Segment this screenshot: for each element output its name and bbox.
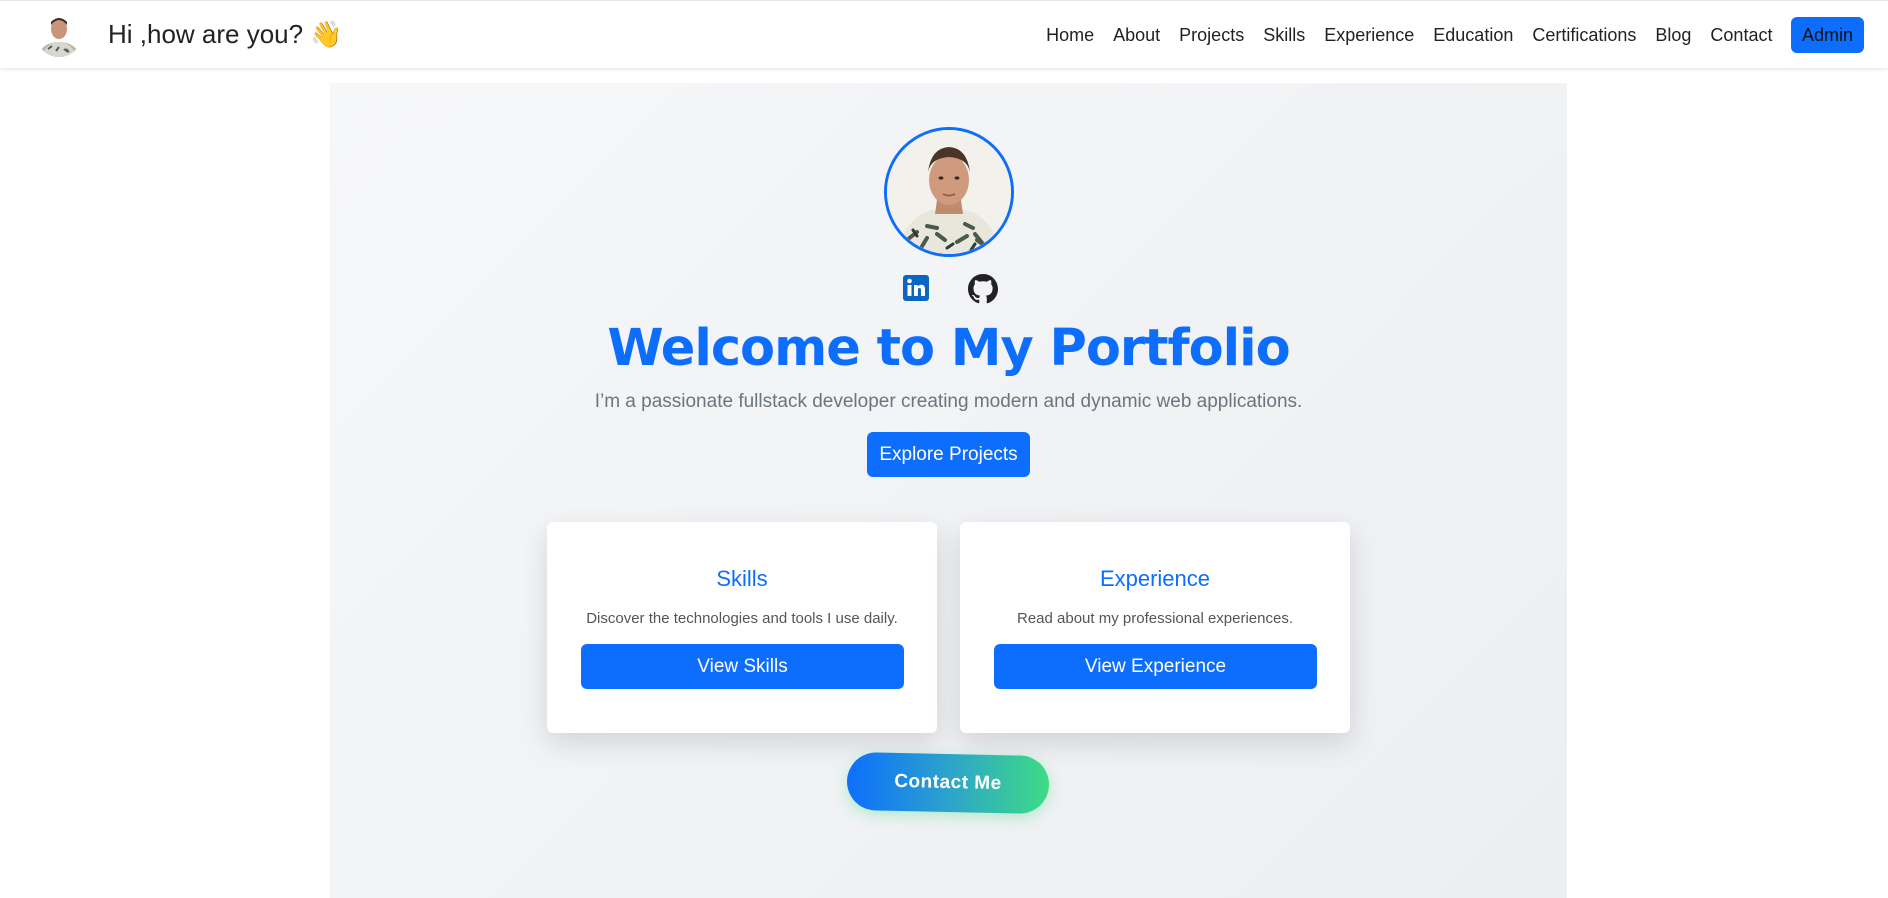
skills-card-text: Discover the technologies and tools I us… bbox=[586, 610, 898, 627]
nav-education[interactable]: Education bbox=[1424, 17, 1523, 53]
brand-greeting[interactable]: Hi ,how are you? 👋 bbox=[108, 19, 343, 50]
skills-card-title: Skills bbox=[716, 566, 768, 591]
nav-certifications[interactable]: Certifications bbox=[1523, 17, 1646, 53]
nav-about[interactable]: About bbox=[1104, 17, 1170, 53]
nav-experience[interactable]: Experience bbox=[1315, 17, 1424, 53]
experience-card-text: Read about my professional experiences. bbox=[1017, 610, 1293, 627]
experience-card: Experience Read about my professional ex… bbox=[960, 522, 1350, 733]
contact-me-button[interactable]: Contact Me bbox=[846, 751, 1050, 815]
experience-card-title: Experience bbox=[1099, 566, 1211, 591]
navbar: Hi ,how are you? 👋 Home About Projects S… bbox=[0, 0, 1888, 68]
nav-links: Home About Projects Skills Experience Ed… bbox=[1037, 17, 1864, 53]
github-icon[interactable] bbox=[968, 274, 998, 304]
nav-home[interactable]: Home bbox=[1037, 17, 1104, 53]
hero-title: Welcome to My Portfolio bbox=[607, 319, 1290, 378]
profile-photo bbox=[884, 127, 1014, 257]
explore-projects-button[interactable]: Explore Projects bbox=[867, 432, 1030, 477]
linkedin-icon[interactable] bbox=[902, 274, 930, 302]
nav-contact[interactable]: Contact bbox=[1701, 17, 1782, 53]
hero-section: Welcome to My Portfolio I’m a passionate… bbox=[330, 83, 1567, 898]
view-skills-button[interactable]: View Skills bbox=[581, 644, 904, 689]
brand-avatar[interactable] bbox=[36, 11, 82, 57]
nav-blog[interactable]: Blog bbox=[1646, 17, 1701, 53]
view-experience-button[interactable]: View Experience bbox=[994, 644, 1317, 689]
nav-skills[interactable]: Skills bbox=[1254, 17, 1315, 53]
admin-button[interactable]: Admin bbox=[1790, 17, 1864, 53]
nav-projects[interactable]: Projects bbox=[1170, 17, 1254, 53]
skills-card: Skills Discover the technologies and too… bbox=[547, 522, 937, 733]
hero-subtitle: I’m a passionate fullstack developer cre… bbox=[594, 391, 1303, 412]
